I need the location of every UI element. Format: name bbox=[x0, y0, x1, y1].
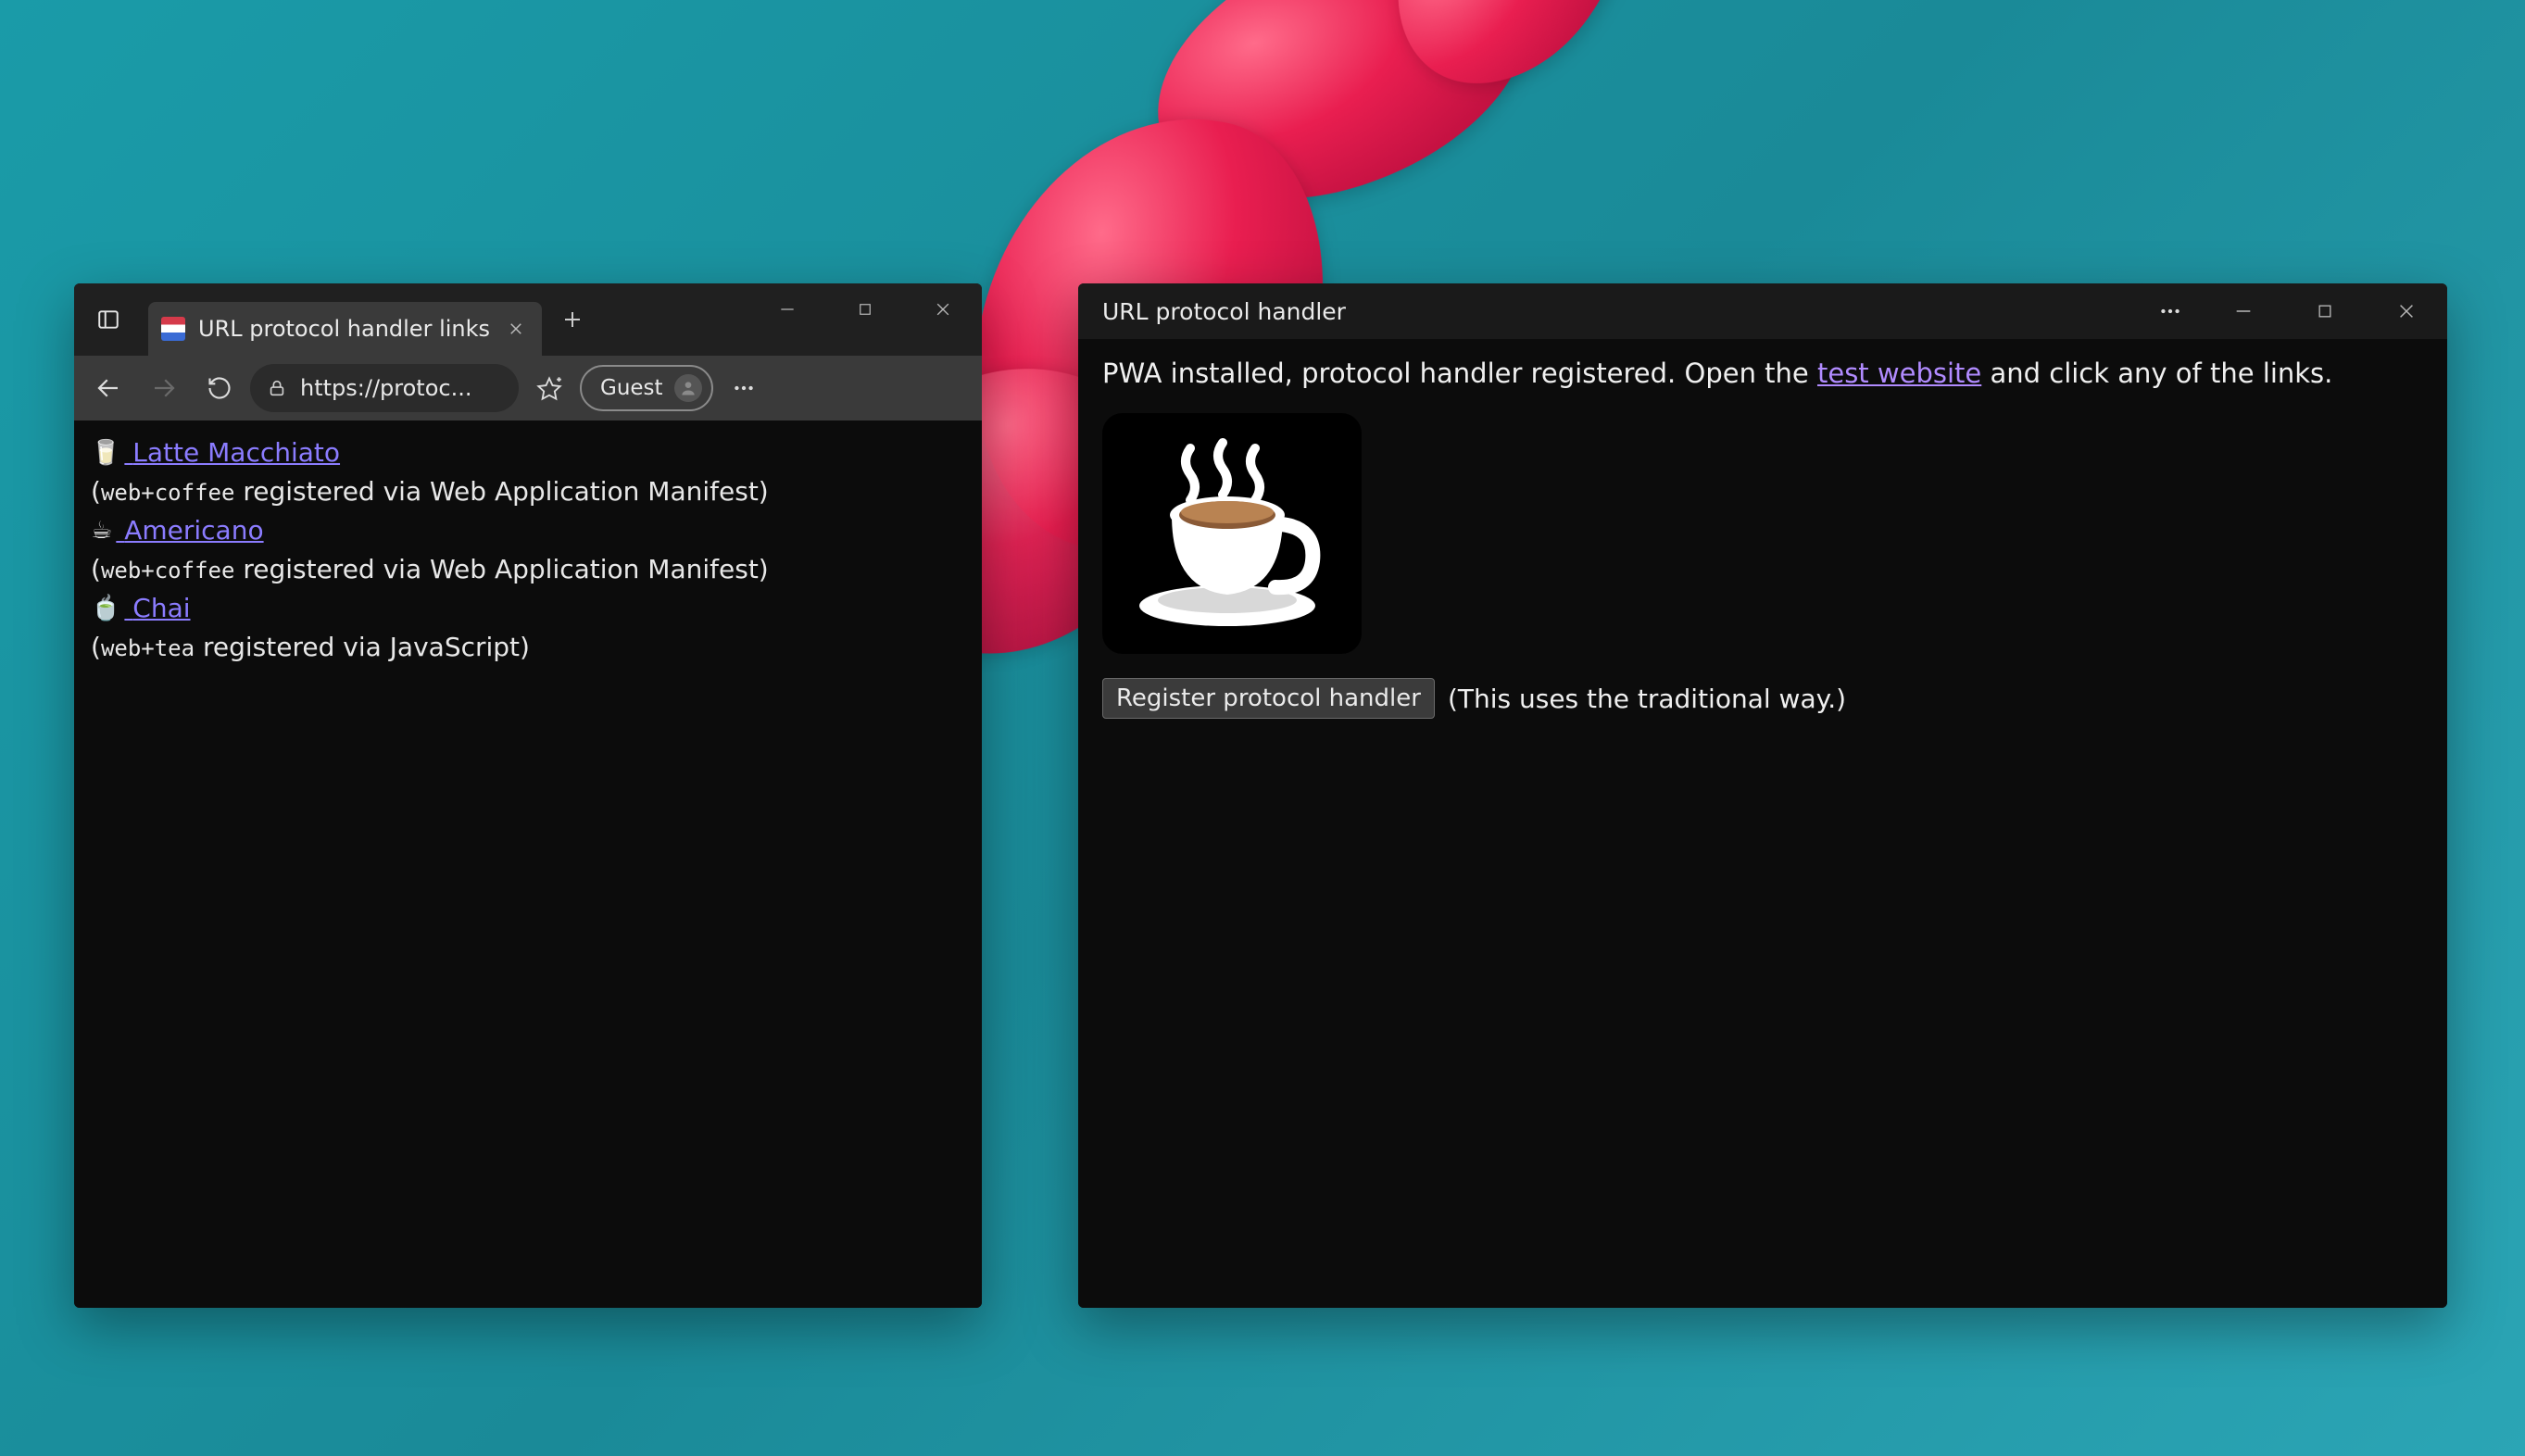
profile-button[interactable]: Guest bbox=[580, 365, 713, 411]
list-item: 🥛 Latte Macchiato (web+coffee registered… bbox=[91, 433, 965, 511]
tab-title: URL protocol handler links bbox=[198, 316, 490, 342]
browser-toolbar: https://protoc... Guest bbox=[74, 356, 982, 420]
address-text: https://protoc... bbox=[300, 375, 471, 401]
lock-icon bbox=[267, 378, 287, 398]
close-window-button[interactable] bbox=[2366, 283, 2447, 339]
maximize-button[interactable] bbox=[826, 283, 904, 335]
browser-tab[interactable]: URL protocol handler links bbox=[148, 302, 542, 356]
link-subtext: (web+tea registered via JavaScript) bbox=[91, 628, 965, 667]
list-item: 🍵 Chai (web+tea registered via JavaScrip… bbox=[91, 589, 965, 667]
register-protocol-handler-button[interactable]: Register protocol handler bbox=[1102, 678, 1435, 719]
latte-macchiato-link[interactable]: Latte Macchiato bbox=[124, 433, 340, 472]
browser-window-controls bbox=[748, 283, 982, 335]
maximize-button[interactable] bbox=[2284, 283, 2366, 339]
more-menu-button[interactable] bbox=[719, 363, 769, 413]
tab-favicon-icon bbox=[161, 317, 185, 341]
link-subtext: (web+coffee registered via Web Applicati… bbox=[91, 472, 965, 511]
address-bar[interactable]: https://protoc... bbox=[250, 364, 519, 412]
reload-button[interactable] bbox=[195, 363, 245, 413]
browser-titlebar: URL protocol handler links bbox=[74, 283, 982, 356]
link-subtext: (web+coffee registered via Web Applicati… bbox=[91, 550, 965, 589]
back-button[interactable] bbox=[83, 363, 133, 413]
pwa-titlebar: URL protocol handler bbox=[1078, 283, 2447, 339]
new-tab-button[interactable] bbox=[549, 296, 596, 343]
tea-icon: 🍵 bbox=[91, 591, 120, 627]
avatar-icon bbox=[674, 374, 702, 402]
browser-window: URL protocol handler links bbox=[74, 283, 982, 1308]
app-menu-button[interactable] bbox=[2138, 283, 2203, 339]
browser-page-content: 🥛 Latte Macchiato (web+coffee registered… bbox=[74, 420, 982, 1308]
pwa-window: URL protocol handler PWA installed, prot… bbox=[1078, 283, 2447, 1308]
minimize-button[interactable] bbox=[748, 283, 826, 335]
register-hint-text: (This uses the traditional way.) bbox=[1448, 684, 1846, 714]
test-website-link[interactable]: test website bbox=[1817, 358, 1981, 389]
forward-button[interactable] bbox=[139, 363, 189, 413]
close-window-button[interactable] bbox=[904, 283, 982, 335]
profile-label: Guest bbox=[600, 376, 663, 400]
list-item: ☕ Americano (web+coffee registered via W… bbox=[91, 511, 965, 589]
chai-link[interactable]: Chai bbox=[124, 589, 190, 628]
minimize-button[interactable] bbox=[2203, 283, 2284, 339]
coffee-icon: ☕ bbox=[91, 513, 112, 549]
favorites-button[interactable] bbox=[524, 363, 574, 413]
pwa-content: PWA installed, protocol handler register… bbox=[1078, 339, 2447, 1308]
pwa-intro-text: PWA installed, protocol handler register… bbox=[1102, 358, 2423, 389]
coffee-cup-image bbox=[1102, 413, 1362, 654]
glass-icon: 🥛 bbox=[91, 435, 120, 471]
americano-link[interactable]: Americano bbox=[116, 511, 263, 550]
tab-actions-button[interactable] bbox=[83, 295, 133, 345]
pwa-title: URL protocol handler bbox=[1102, 298, 1346, 325]
tab-close-button[interactable] bbox=[503, 316, 529, 342]
